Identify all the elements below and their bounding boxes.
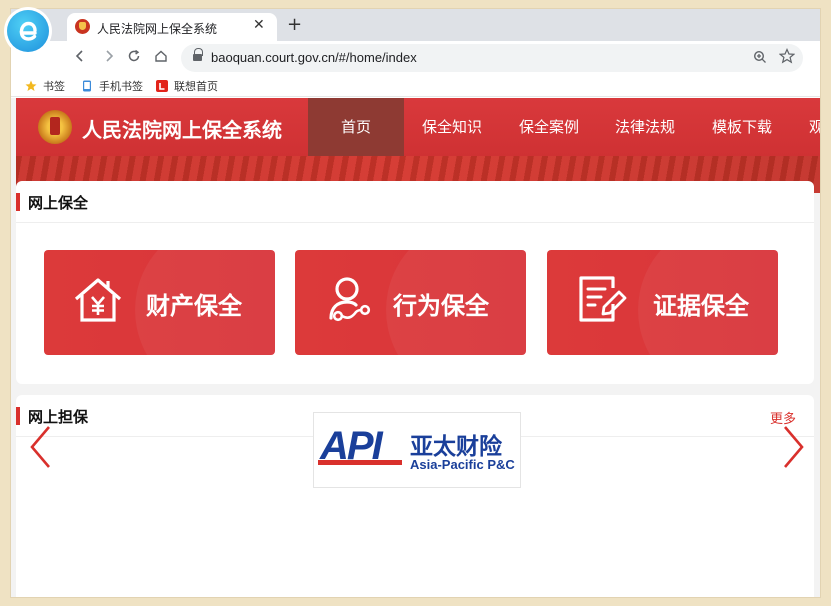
bookmark-item[interactable]: 联想首页 — [156, 78, 218, 94]
bookmark-label: 联想首页 — [174, 81, 218, 93]
property-preservation-card[interactable]: 财产保全 — [44, 250, 275, 355]
court-favicon-icon — [75, 19, 90, 34]
nav-home[interactable]: 首页 — [308, 98, 404, 156]
url-text: baoquan.court.gov.cn/#/home/index — [211, 50, 417, 65]
nav-preservation-knowledge[interactable]: 保全知识 — [422, 98, 482, 156]
evidence-preservation-card[interactable]: 证据保全 — [547, 250, 778, 355]
insurer-cn-name: 亚太财险 — [410, 434, 502, 460]
document-edit-icon — [575, 274, 627, 330]
house-yen-icon — [72, 274, 124, 330]
star-icon — [25, 80, 37, 92]
section-marker — [16, 193, 20, 211]
bookmark-item[interactable]: 手机书签 — [81, 78, 143, 94]
lock-icon — [193, 48, 203, 62]
close-tab-icon[interactable]: ✕ — [253, 17, 265, 33]
phone-icon — [81, 80, 93, 92]
nav-laws[interactable]: 法律法规 — [615, 98, 675, 156]
zoom-icon[interactable] — [753, 50, 767, 68]
logo-underline — [318, 460, 402, 465]
browser-window: 人民法院网上保全系统 ✕ + baoquan.court.gov.cn/#/ho… — [10, 8, 821, 598]
site-header: 人民法院网上保全系统 首页 保全知识 保全案例 法律法规 模板下载 观 — [16, 98, 820, 193]
browser-toolbar: baoquan.court.gov.cn/#/home/index — [11, 41, 820, 75]
person-action-icon — [323, 274, 375, 330]
bookmark-star-icon[interactable] — [778, 48, 796, 68]
nav-preservation-cases[interactable]: 保全案例 — [519, 98, 579, 156]
court-emblem-icon — [38, 110, 72, 144]
home-icon[interactable] — [154, 49, 168, 67]
site-title: 人民法院网上保全系统 — [82, 118, 282, 142]
page-content: 人民法院网上保全系统 首页 保全知识 保全案例 法律法规 模板下载 观 网上保全… — [11, 98, 820, 597]
browser-tab[interactable]: 人民法院网上保全系统 ✕ — [67, 13, 277, 41]
back-icon[interactable] — [73, 49, 87, 67]
top-navigation: 人民法院网上保全系统 首页 保全知识 保全案例 法律法规 模板下载 观 — [16, 98, 820, 156]
tab-title: 人民法院网上保全系统 — [97, 22, 218, 36]
carousel-prev-icon[interactable] — [27, 424, 53, 470]
card-label: 财产保全 — [146, 292, 242, 320]
section-marker — [16, 407, 20, 425]
reload-icon[interactable] — [127, 49, 141, 67]
section-title: 网上保全 — [28, 194, 89, 212]
address-bar[interactable]: baoquan.court.gov.cn/#/home/index — [181, 44, 803, 72]
insurer-en-name: Asia-Pacific P&C — [410, 457, 515, 472]
bookmark-label: 手机书签 — [99, 81, 143, 93]
insurer-logo-card[interactable]: API 亚太财险 Asia-Pacific P&C — [313, 412, 521, 488]
card-label: 行为保全 — [393, 292, 489, 320]
bookmarks-bar: 书签 手机书签 联想首页 — [11, 75, 820, 97]
action-preservation-card[interactable]: 行为保全 — [295, 250, 526, 355]
lenovo-icon — [156, 80, 168, 92]
bookmark-label: 书签 — [43, 81, 65, 93]
tab-bar: 人民法院网上保全系统 ✕ + — [11, 9, 820, 41]
carousel-next-icon[interactable] — [781, 424, 807, 470]
bookmark-item[interactable]: 书签 — [25, 78, 65, 94]
new-tab-icon[interactable]: + — [287, 14, 302, 35]
nav-template-download[interactable]: 模板下载 — [712, 98, 772, 156]
card-label: 证据保全 — [653, 292, 749, 320]
panel-header: 网上保全 — [16, 181, 814, 223]
online-preservation-panel: 网上保全 财产保全 行为保全 证据保全 — [16, 181, 814, 384]
browser-logo-icon — [7, 10, 49, 52]
nav-more[interactable]: 观 — [809, 98, 820, 156]
forward-icon[interactable] — [102, 49, 116, 67]
